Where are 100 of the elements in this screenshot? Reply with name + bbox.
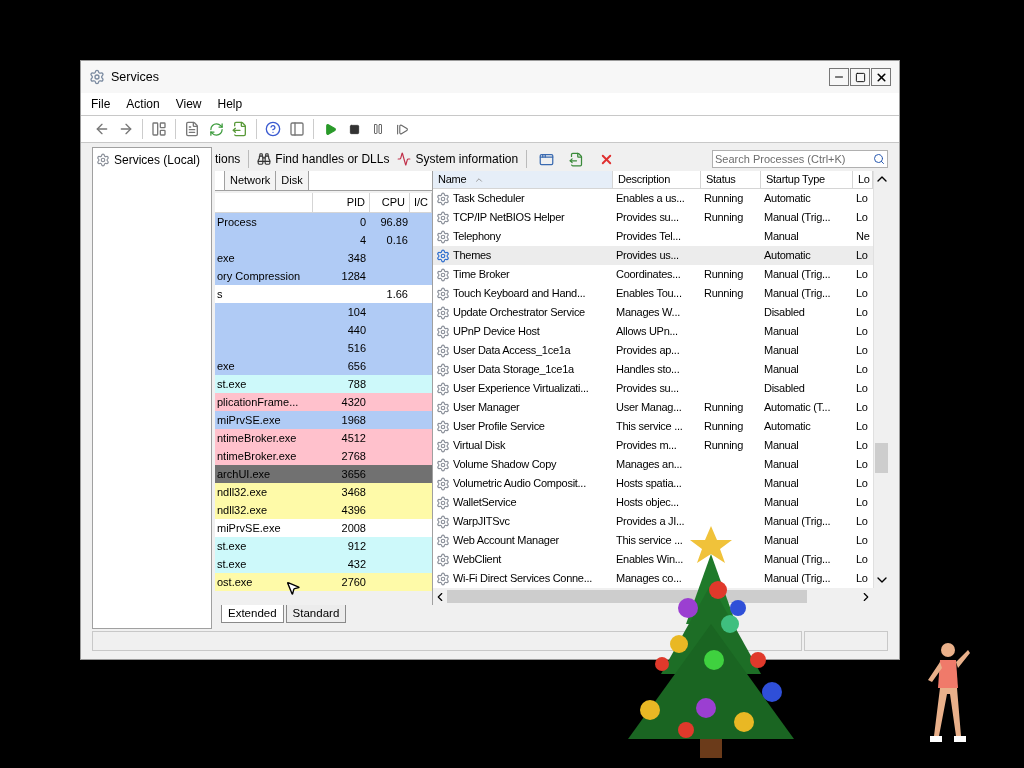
gear-icon: [436, 514, 450, 529]
process-row[interactable]: 516: [215, 339, 432, 357]
table-cell-text: User Profile Service: [453, 419, 545, 435]
table-cell-text: User Data Access_1ce1a: [453, 343, 571, 359]
table-cell: Manual: [764, 534, 799, 547]
table-cell: Provides ap...: [616, 344, 680, 357]
process-row[interactable]: exe 656: [215, 357, 432, 375]
table-cell: miPrvSE.exe: [217, 521, 281, 534]
horizontal-scrollbar[interactable]: [433, 588, 889, 605]
table-cell: Automatic: [764, 420, 811, 433]
menu-item[interactable]: View: [175, 95, 202, 113]
table-cell: Provides su...: [616, 382, 679, 395]
maximize-button[interactable]: [850, 68, 870, 86]
column-header[interactable]: Name: [433, 171, 613, 188]
process-row[interactable]: 104: [215, 303, 432, 321]
table-cell: 104: [347, 305, 366, 318]
process-row[interactable]: st.exe 912: [215, 537, 432, 555]
process-row[interactable]: 440: [215, 321, 432, 339]
process-row[interactable]: exe 348: [215, 249, 432, 267]
table-cell: Manages an...: [616, 458, 683, 471]
table-cell: Manual: [764, 363, 799, 376]
menu-item[interactable]: Help: [217, 95, 243, 113]
table-cell: 3468: [341, 485, 366, 498]
table-cell: Running: [704, 268, 744, 281]
toolbar-button[interactable]: tions: [215, 150, 241, 168]
gear-icon: [436, 419, 450, 434]
search-icon[interactable]: [873, 153, 885, 165]
table-cell: Manual: [764, 439, 799, 452]
table-cell: 3656: [341, 467, 366, 480]
table-cell: Lo: [856, 572, 868, 585]
table-cell: Lo: [856, 420, 868, 433]
gear-icon: [436, 381, 450, 396]
scrollbar-thumb[interactable]: [875, 443, 888, 473]
gear-icon: [436, 210, 450, 225]
search-field[interactable]: Search Processes (Ctrl+K): [712, 150, 888, 168]
process-row[interactable]: archUI.exe 3656: [215, 465, 432, 483]
table-cell: st.exe: [217, 557, 247, 570]
table-cell: 96.89: [380, 215, 408, 228]
table-cell: Lo: [856, 382, 868, 395]
process-row[interactable]: st.exe 788: [215, 375, 432, 393]
gear-icon: [436, 571, 450, 586]
close-icon: [874, 70, 888, 84]
process-row[interactable]: plicationFrame... 4320: [215, 393, 432, 411]
gear-icon: [436, 229, 450, 244]
table-cell: 1.66: [386, 287, 408, 300]
table-cell: Lo: [856, 458, 868, 471]
table-cell: Allows UPn...: [616, 325, 678, 338]
process-row[interactable]: ndll32.exe 4396: [215, 501, 432, 519]
table-cell-text: Volumetric Audio Composit...: [453, 476, 586, 492]
column-header[interactable]: PID: [313, 193, 370, 212]
process-row[interactable]: ost.exe 2760: [215, 573, 432, 591]
tab[interactable]: Disk: [276, 171, 309, 190]
minimize-button[interactable]: [829, 68, 849, 86]
table-cell-text: Themes: [453, 248, 492, 264]
window-title: Services: [111, 68, 159, 86]
binoculars-icon: [257, 152, 272, 166]
table-cell: 4396: [341, 503, 366, 516]
process-row[interactable]: st.exe 432: [215, 555, 432, 573]
process-row[interactable]: ndll32.exe 3468: [215, 483, 432, 501]
process-row[interactable]: 4 0.16: [215, 231, 432, 249]
menu-item[interactable]: File: [91, 95, 111, 113]
table-cell: Lo: [856, 306, 868, 319]
table-cell: Lo: [856, 192, 868, 205]
table-cell: Automatic: [764, 192, 811, 205]
gear-icon: [436, 305, 450, 320]
service-row[interactable]: Themes Provides us... Automatic Lo: [433, 246, 873, 265]
toolbar-button[interactable]: Find handles or DLLs: [257, 150, 390, 168]
gear-icon: [436, 438, 450, 453]
table-cell-text: WarpJITSvc: [453, 514, 510, 530]
close-button[interactable]: [871, 68, 891, 86]
table-cell: Running: [704, 401, 744, 414]
gear-icon: [96, 153, 110, 167]
tab[interactable]: Network: [225, 171, 277, 190]
table-cell: Ne: [856, 230, 870, 243]
process-row[interactable]: ntimeBroker.exe 2768: [215, 447, 432, 465]
table-cell: st.exe: [217, 377, 247, 390]
table-cell: st.exe: [217, 539, 247, 552]
table-cell-text: Virtual Disk: [453, 438, 506, 454]
table-cell: 656: [347, 359, 366, 372]
tab[interactable]: Standard: [285, 605, 347, 623]
process-row[interactable]: Process 0 96.89: [215, 213, 432, 231]
process-row[interactable]: ory Compression 1284: [215, 267, 432, 285]
toolbar-button[interactable]: System information: [397, 150, 519, 168]
table-cell: Provides m...: [616, 439, 677, 452]
table-cell: ost.exe: [217, 575, 253, 588]
table-cell: Lo: [856, 477, 868, 490]
process-row[interactable]: miPrvSE.exe 1968: [215, 411, 432, 429]
tab[interactable]: Extended: [221, 605, 284, 623]
table-cell: Lo: [856, 268, 868, 281]
table-cell: Manual (Trig...: [764, 268, 831, 281]
table-cell: Manual: [764, 477, 799, 490]
process-row[interactable]: ntimeBroker.exe 4512: [215, 429, 432, 447]
column-header[interactable]: CPU: [370, 193, 410, 212]
table-cell: Lo: [856, 553, 868, 566]
table-cell: s: [217, 287, 223, 300]
table-cell: Manual: [764, 458, 799, 471]
gear-icon: [89, 69, 105, 85]
menu-item[interactable]: Action: [126, 95, 160, 113]
tree-item[interactable]: Services (Local): [114, 151, 201, 169]
table-cell-text: Touch Keyboard and Hand...: [453, 286, 586, 302]
